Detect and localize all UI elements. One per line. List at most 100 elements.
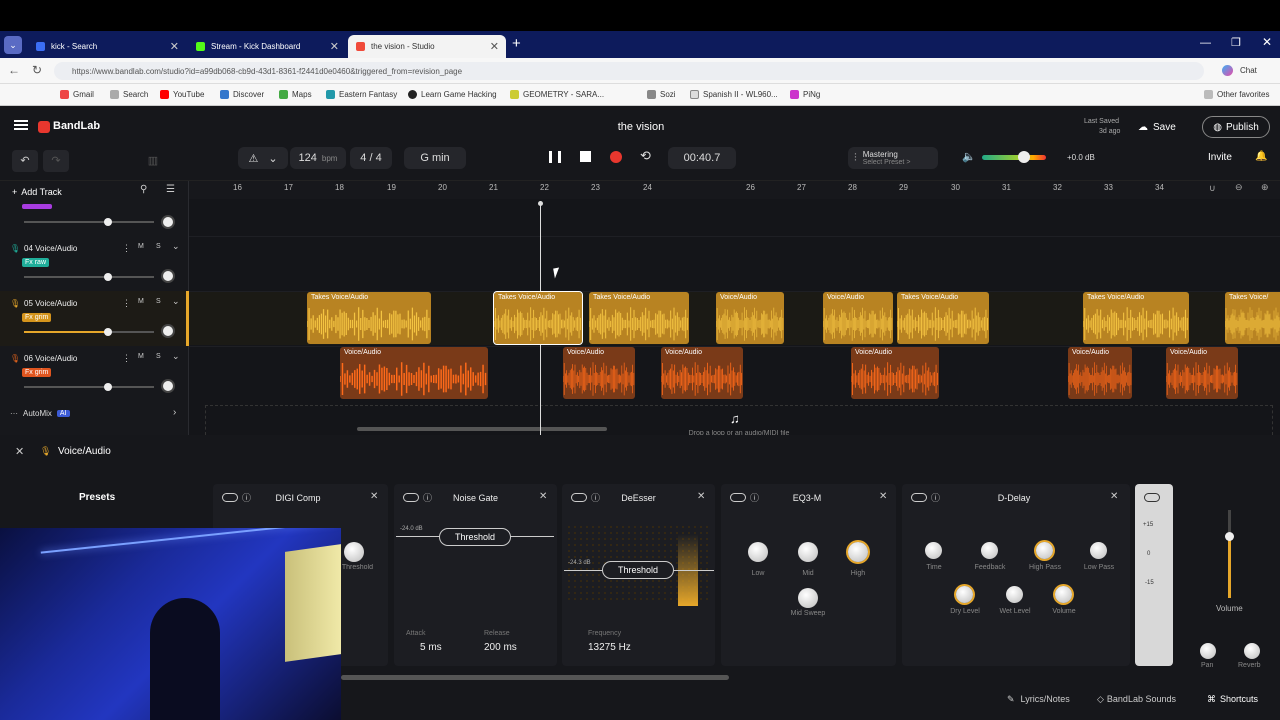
bpm-field[interactable]: 124 bpm xyxy=(290,147,346,169)
track-name[interactable]: 04 Voice/Audio xyxy=(24,244,77,253)
track-04[interactable]: 🎙 04 Voice/Audio ⋮ M S ⌄ Fx raw xyxy=(0,236,189,291)
favorite-discover[interactable]: Discover xyxy=(220,90,264,99)
favorite-youtube[interactable]: YouTube xyxy=(160,90,204,99)
mute-button[interactable]: M xyxy=(138,243,144,250)
audio-clip[interactable]: Voice/Audio xyxy=(823,292,893,344)
refresh-icon[interactable]: ↻ xyxy=(32,63,42,77)
effect-deesser[interactable]: ⓘ DeEsser ✕ -24.3 dB Threshold Frequency… xyxy=(562,484,715,666)
mastering-button[interactable]: ⫶ Mastering Select Preset > xyxy=(848,147,938,169)
audio-clip[interactable]: Voice/Audio xyxy=(340,347,488,399)
track-volume-slider[interactable] xyxy=(24,273,154,281)
audio-clip[interactable]: Voice/Audio xyxy=(1166,347,1238,399)
lane-04[interactable] xyxy=(189,236,1280,290)
record-button[interactable] xyxy=(610,151,622,163)
close-icon[interactable]: ✕ xyxy=(1110,491,1118,502)
project-title[interactable]: the vision xyxy=(600,121,682,133)
new-tab-button[interactable]: + xyxy=(512,35,521,52)
audio-clip[interactable]: Voice/Audio xyxy=(716,292,784,344)
shortcuts-button[interactable]: ⌘ Shortcuts xyxy=(1207,694,1258,705)
favorite-maps[interactable]: Maps xyxy=(279,90,312,99)
favorite-ping[interactable]: PiNg xyxy=(790,90,820,99)
window-close-button[interactable]: ✕ xyxy=(1262,35,1272,49)
reverb-knob[interactable] xyxy=(1244,643,1260,659)
mute-button[interactable]: M xyxy=(138,298,144,305)
favorite-spanish[interactable]: Spanish II - WL960... xyxy=(690,90,778,99)
master-volume-slider[interactable] xyxy=(982,151,1046,163)
fx-badge[interactable]: Fx grim xyxy=(22,313,52,322)
url-input[interactable]: https://www.bandlab.com/studio?id=a99db0… xyxy=(54,62,1204,80)
other-favorites[interactable]: Other favorites xyxy=(1204,90,1269,99)
horizontal-scrollbar[interactable] xyxy=(357,427,607,431)
tab-studio[interactable]: the vision - Studio ✕ xyxy=(348,35,506,58)
solo-button[interactable]: S xyxy=(156,353,161,360)
zoom-out-icon[interactable]: ⊖ xyxy=(1235,182,1243,193)
dry-level-knob[interactable] xyxy=(956,586,973,603)
audio-clip[interactable]: Takes Voice/Audio xyxy=(589,292,689,344)
save-button[interactable]: ☁ Save xyxy=(1138,117,1196,137)
high-pass-knob[interactable] xyxy=(1036,542,1053,559)
stop-button[interactable] xyxy=(580,151,591,162)
track-volume-slider[interactable] xyxy=(24,218,154,226)
high-knob[interactable] xyxy=(848,542,868,562)
close-icon[interactable]: ✕ xyxy=(539,491,547,502)
release-value[interactable]: 200 ms xyxy=(484,642,517,653)
track-menu-icon[interactable]: ⋮ xyxy=(122,353,131,364)
track-pan-knob[interactable] xyxy=(161,215,175,229)
timeline[interactable]: 16 17 18 19 20 21 22 23 24 26 27 28 29 3… xyxy=(189,181,1280,435)
track-volume-slider[interactable] xyxy=(24,383,154,391)
fx-badge[interactable]: Fx raw xyxy=(22,258,49,267)
time-signature-field[interactable]: 4 / 4 xyxy=(350,147,392,169)
audio-clip[interactable]: Takes Voice/ xyxy=(1225,292,1280,344)
audio-clip[interactable]: Voice/Audio xyxy=(563,347,635,399)
close-icon[interactable]: ✕ xyxy=(879,491,887,502)
undo-icon[interactable]: ↶ xyxy=(12,150,38,172)
mute-button[interactable]: M xyxy=(138,353,144,360)
effect-d-delay[interactable]: ⓘ D-Delay ✕ Time Feedback High Pass Low … xyxy=(902,484,1130,666)
solo-button[interactable]: S xyxy=(156,298,161,305)
tool-icon[interactable]: ⚲ xyxy=(140,184,147,195)
loop-icon[interactable]: ⟲ xyxy=(640,148,651,164)
track-pan-knob[interactable] xyxy=(161,269,175,283)
copilot-icon[interactable] xyxy=(1222,65,1233,76)
redo-icon[interactable]: ↷ xyxy=(43,150,69,172)
track-05[interactable]: 🎙 05 Voice/Audio ⋮ M S ⌄ Fx grim xyxy=(0,291,189,346)
track-pan-knob[interactable] xyxy=(161,324,175,338)
effect-toggle[interactable] xyxy=(1144,493,1160,502)
wet-level-knob[interactable] xyxy=(1006,586,1023,603)
feedback-knob[interactable] xyxy=(981,542,998,559)
close-icon[interactable]: ✕ xyxy=(697,491,705,502)
audio-clip[interactable]: Voice/Audio xyxy=(1068,347,1132,399)
invite-button[interactable]: Invite xyxy=(1208,152,1232,163)
favorite-geometry[interactable]: GEOMETRY - SARA... xyxy=(510,90,604,99)
track-volume-slider[interactable] xyxy=(24,328,154,336)
tab-kick-search[interactable]: kick - Search ✕ xyxy=(28,35,186,58)
favorite-gmail[interactable]: Gmail xyxy=(60,90,94,99)
favorite-sozi[interactable]: Sozi xyxy=(647,90,676,99)
publish-button[interactable]: ◍ Publish xyxy=(1202,116,1270,138)
minimize-button[interactable]: — xyxy=(1200,37,1211,49)
volume-fader[interactable] xyxy=(1225,510,1234,598)
threshold-knob[interactable] xyxy=(344,542,364,562)
lyrics-notes-button[interactable]: ✎ Lyrics/Notes xyxy=(1007,694,1070,705)
track-name[interactable]: 06 Voice/Audio xyxy=(24,354,77,363)
effect-noise-gate[interactable]: ⓘ Noise Gate ✕ -24.0 dB Threshold Attack… xyxy=(394,484,557,666)
favorite-learn-game-hacking[interactable]: Learn Game Hacking xyxy=(408,90,497,99)
chevron-down-icon[interactable]: ⌄ xyxy=(172,296,180,307)
close-icon[interactable]: ✕ xyxy=(370,491,378,502)
low-pass-knob[interactable] xyxy=(1090,542,1107,559)
chevron-right-icon[interactable]: › xyxy=(173,407,176,418)
chat-button[interactable]: Chat xyxy=(1240,66,1257,75)
maximize-button[interactable]: ❐ xyxy=(1231,36,1241,49)
tracks-settings-icon[interactable]: ☰ xyxy=(166,184,175,195)
audio-clip[interactable]: Voice/Audio xyxy=(851,347,939,399)
automix-row[interactable]: ⋯ AutoMix AI xyxy=(10,409,70,418)
close-icon[interactable]: ✕ xyxy=(170,40,179,53)
pause-button[interactable] xyxy=(549,151,561,163)
track-menu-icon[interactable]: ⋮ xyxy=(122,243,131,254)
magnet-icon[interactable]: ∪ xyxy=(1209,183,1216,194)
speaker-icon[interactable]: 🔈 xyxy=(962,150,976,163)
key-field[interactable]: G min xyxy=(404,147,466,169)
presets-label[interactable]: Presets xyxy=(79,492,115,503)
close-panel-icon[interactable]: ✕ xyxy=(15,445,24,458)
bandlab-sounds-button[interactable]: ◇ BandLab Sounds xyxy=(1097,694,1176,705)
